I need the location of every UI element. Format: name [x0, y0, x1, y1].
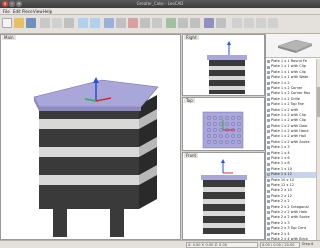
model-right: [207, 41, 247, 94]
status-coords-box: X: 0.00 Y: 0.00 Z: 0.00: [186, 242, 258, 248]
snap-icon[interactable]: [204, 18, 214, 28]
select-tool-icon[interactable]: [104, 18, 114, 28]
parts-scrollbar[interactable]: [316, 59, 320, 240]
title-bar: × – + Greater_Cake - LeoCAD: [0, 0, 320, 8]
first-step-icon[interactable]: [232, 18, 242, 28]
viewport-right[interactable]: Right: [182, 34, 265, 96]
pan-tool-icon[interactable]: [178, 18, 188, 28]
prev-step-icon[interactable]: [244, 18, 254, 28]
status-info-box: 0.00 / 0.00 / 20.00: [260, 242, 300, 248]
status-info: 0.00 / 0.00 / 20.00: [262, 243, 295, 247]
menu-help[interactable]: Help: [43, 9, 52, 14]
status-bar: X: 0.00 Y: 0.00 Z: 0.00 0.00 / 0.00 / 20…: [0, 240, 320, 248]
parts-panel: Plate 1 x 1 Round Fe Plate 1 x 1 with Cli…: [265, 34, 320, 240]
toolbar: [0, 15, 320, 34]
lock-icon[interactable]: [216, 18, 226, 28]
zoom-tool-icon[interactable]: [166, 18, 176, 28]
status-coords: X: 0.00 Y: 0.00 Z: 0.00: [188, 243, 227, 247]
erase-tool-icon[interactable]: [152, 18, 162, 28]
undo-icon[interactable]: [78, 18, 88, 28]
rotate-tool-icon[interactable]: [140, 18, 150, 28]
insert-tool-icon[interactable]: [116, 18, 126, 28]
status-step: Step 8: [302, 242, 314, 246]
model-front: [201, 159, 247, 234]
move-tool-icon[interactable]: [128, 18, 138, 28]
save-icon[interactable]: [26, 18, 36, 28]
viewport-top[interactable]: Top: [182, 97, 265, 151]
menu-edit[interactable]: Edit: [13, 9, 21, 14]
model-main: [33, 77, 159, 237]
menu-bar: File Edit Piece View Help: [0, 8, 320, 15]
copy-icon[interactable]: [52, 18, 62, 28]
next-step-icon[interactable]: [256, 18, 266, 28]
paste-icon[interactable]: [64, 18, 74, 28]
parts-list[interactable]: Plate 1 x 1 Round Fe Plate 1 x 1 with Cli…: [266, 59, 316, 240]
open-folder-icon[interactable]: [14, 18, 24, 28]
new-file-icon[interactable]: [2, 18, 12, 28]
window-title: Greater_Cake - LeoCAD: [136, 1, 184, 6]
menu-file[interactable]: File: [3, 9, 10, 14]
cut-icon[interactable]: [40, 18, 50, 28]
part-preview: [266, 34, 320, 58]
viewport-main[interactable]: Main: [0, 34, 181, 240]
orbit-tool-icon[interactable]: [190, 18, 200, 28]
menu-view[interactable]: View: [33, 9, 43, 14]
menu-piece[interactable]: Piece: [22, 9, 33, 14]
redo-icon[interactable]: [90, 18, 100, 28]
viewport-front[interactable]: Front: [182, 152, 265, 240]
last-step-icon[interactable]: [268, 18, 278, 28]
model-top: [202, 111, 244, 149]
